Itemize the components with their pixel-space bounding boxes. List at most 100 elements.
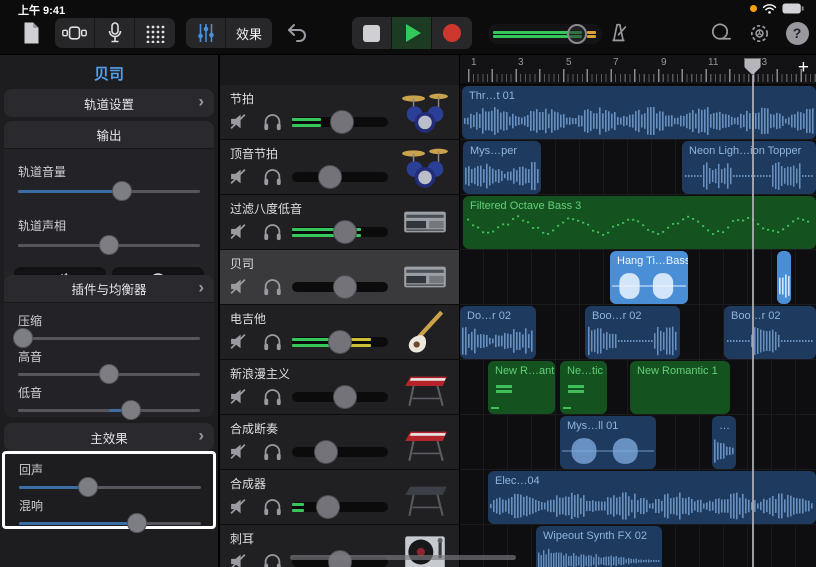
track-volume-slider[interactable] (292, 445, 388, 459)
slider-knob[interactable] (121, 400, 141, 420)
loops-grid-button[interactable] (135, 18, 175, 48)
loop-browser-button[interactable] (706, 18, 734, 48)
add-track-button[interactable]: + (798, 57, 809, 79)
region-New Romantic 1[interactable]: New Romantic 1 (630, 361, 730, 414)
track-volume-slider[interactable] (292, 115, 388, 129)
master-volume-knob[interactable] (567, 24, 587, 44)
track-header-1[interactable]: 节拍 (220, 85, 459, 140)
region-New R…antic 1[interactable]: New R…antic 1 (488, 361, 555, 414)
track-solo-button[interactable] (260, 222, 284, 246)
horizontal-scrollbar[interactable] (290, 555, 516, 560)
track-volume-slider[interactable] (292, 280, 388, 294)
effects-button[interactable]: 效果 (226, 18, 272, 48)
track-mute-button[interactable] (226, 112, 250, 136)
track-solo-button[interactable] (260, 167, 284, 191)
track-mute-button[interactable] (226, 277, 250, 301)
track-header-6[interactable]: 新浪漫主义 (220, 360, 459, 415)
track-solo-button[interactable] (260, 332, 284, 356)
region-Mys…per[interactable]: Mys…per (463, 141, 541, 194)
settings-button[interactable] (745, 18, 773, 48)
track-solo-button[interactable] (260, 387, 284, 411)
region-Filtered Octave Bass 3[interactable]: Filtered Octave Bass 3 (463, 196, 816, 249)
track-mute-button[interactable] (226, 442, 250, 466)
master-volume-slider[interactable] (488, 24, 602, 44)
track-mute-button[interactable] (226, 387, 250, 411)
slider-knob[interactable] (99, 364, 119, 384)
track-volume-knob[interactable] (333, 275, 357, 299)
track-header-2[interactable]: 顶音节拍 (220, 140, 459, 195)
track-volume-slider[interactable] (292, 500, 388, 514)
tracks-view-button[interactable] (55, 18, 95, 48)
track-header-7[interactable]: 合成断奏 (220, 415, 459, 470)
track-volume-slider[interactable] (292, 170, 388, 184)
track-header-4[interactable]: 贝司 (220, 250, 459, 305)
document-button[interactable] (16, 18, 46, 48)
region-Ne…tic 1[interactable]: Ne…tic 1 (560, 361, 607, 414)
region-Neon Ligh…ion Topper[interactable]: Neon Ligh…ion Topper (682, 141, 816, 194)
mute-speaker-icon (227, 387, 249, 411)
slider-knob[interactable] (99, 235, 119, 255)
track-pan-slider[interactable] (18, 235, 200, 255)
track-solo-button[interactable] (260, 112, 284, 136)
region-Boo…r 02[interactable]: Boo…r 02 (585, 306, 680, 359)
track-volume-knob[interactable] (316, 495, 340, 519)
compression-label: 压缩 (18, 312, 42, 329)
treble-slider[interactable] (18, 364, 200, 384)
track-volume-slider[interactable] (292, 335, 388, 349)
record-button[interactable] (432, 17, 472, 49)
region-clip[interactable] (777, 251, 791, 304)
region-Hang Ti…Bass 02[interactable]: Hang Ti…Bass 02 (610, 251, 688, 304)
track-volume-slider[interactable] (292, 225, 388, 239)
track-solo-button[interactable] (260, 497, 284, 521)
track-header-9[interactable]: 刺耳 (220, 525, 459, 567)
region-label: Wipeout Synth FX 02 (543, 530, 647, 542)
track-mute-button[interactable] (226, 497, 250, 521)
track-volume-knob[interactable] (328, 330, 352, 354)
track-mute-button[interactable] (226, 332, 250, 356)
track-solo-button[interactable] (260, 277, 284, 301)
track-volume-knob[interactable] (314, 440, 338, 464)
track-volume-knob[interactable] (318, 165, 342, 189)
region-waveform (560, 379, 607, 413)
track-settings-button[interactable]: 轨道设置 › (4, 89, 214, 117)
bass-slider[interactable] (18, 400, 200, 420)
slider-knob[interactable] (127, 513, 147, 533)
region-Elec…04[interactable]: Elec…04 (488, 471, 816, 524)
track-solo-button[interactable] (260, 552, 284, 567)
track-header-5[interactable]: 电吉他 (220, 305, 459, 360)
region-Wipeout Synth FX 02[interactable]: Wipeout Synth FX 02 (536, 526, 662, 567)
track-header-8[interactable]: 合成器 (220, 470, 459, 525)
master-effects-button[interactable]: 主效果 › (4, 423, 214, 451)
track-volume-knob[interactable] (330, 110, 354, 134)
reverb-slider[interactable] (19, 513, 201, 533)
timeline-ruler[interactable]: 135791113 + (460, 55, 816, 85)
track-volume-knob[interactable] (333, 385, 357, 409)
metronome-button[interactable] (604, 18, 632, 48)
track-mute-button[interactable] (226, 552, 250, 567)
undo-button[interactable] (282, 18, 312, 48)
track-volume-sidebar-slider[interactable] (18, 181, 200, 201)
record-instrument-button[interactable] (95, 18, 135, 48)
track-volume-slider[interactable] (292, 390, 388, 404)
help-button[interactable]: ? (783, 18, 811, 48)
plugins-eq-header[interactable]: 插件与均衡器› (4, 275, 214, 303)
region-Thr…t 01[interactable]: Thr…t 01 (462, 86, 816, 139)
track-mute-button[interactable] (226, 167, 250, 191)
slider-knob[interactable] (78, 477, 98, 497)
mixer-button[interactable] (186, 18, 226, 48)
play-button[interactable] (392, 17, 432, 49)
slider-knob[interactable] (13, 328, 33, 348)
region-Do…r 02[interactable]: Do…r 02 (460, 306, 536, 359)
region-…[interactable]: … (712, 416, 736, 469)
slider-knob[interactable] (112, 181, 132, 201)
track-volume-knob[interactable] (333, 220, 357, 244)
stop-button[interactable] (352, 17, 392, 49)
track-mute-button[interactable] (226, 222, 250, 246)
track-header-3[interactable]: 过滤八度低音 (220, 195, 459, 250)
echo-slider[interactable] (19, 477, 201, 497)
track-name: 贝司 (230, 255, 254, 272)
region-Mys…ll 01[interactable]: Mys…ll 01 (560, 416, 656, 469)
track-solo-button[interactable] (260, 442, 284, 466)
region-Boo…r 02[interactable]: Boo…r 02 (724, 306, 816, 359)
compression-slider[interactable] (18, 328, 200, 348)
